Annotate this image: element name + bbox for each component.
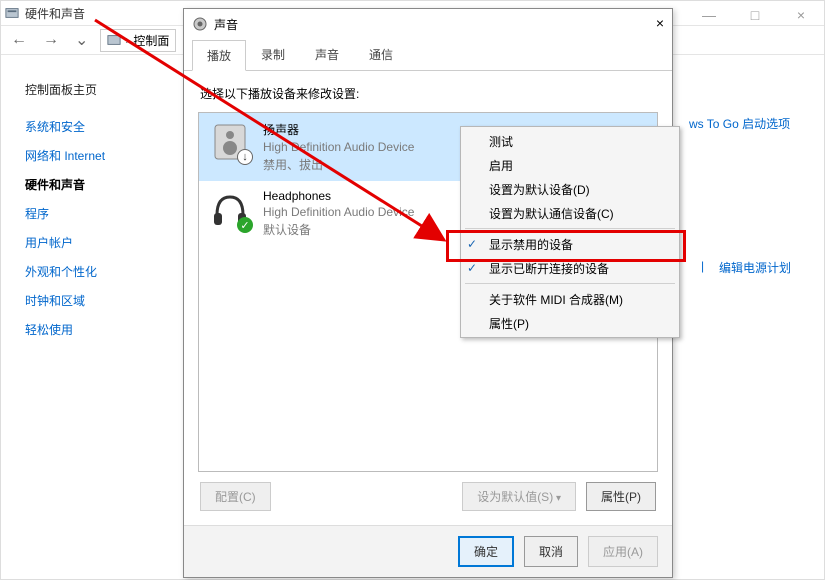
device-name: Headphones	[263, 189, 414, 203]
dlg-close-button[interactable]: ×	[656, 15, 664, 31]
sound-icon	[192, 16, 208, 32]
recent-dropdown[interactable]: ⌄	[71, 30, 92, 50]
cp-sidebar: 控制面板主页 系统和安全 网络和 Internet 硬件和声音 程序 用户帐户 …	[25, 75, 155, 344]
check-icon: ✓	[467, 261, 477, 275]
tab-sounds[interactable]: 声音	[300, 39, 354, 70]
breadcrumb-text: 控制面	[133, 32, 169, 49]
sidebar-item-network[interactable]: 网络和 Internet	[25, 141, 155, 170]
device-driver: High Definition Audio Device	[263, 140, 414, 154]
dlg-tabs: 播放 录制 声音 通信	[184, 39, 672, 71]
cp-title: 硬件和声音	[25, 5, 85, 22]
device-text: 扬声器 High Definition Audio Device 禁用、拔出	[263, 121, 414, 173]
properties-button[interactable]: 属性(P)	[586, 482, 656, 511]
headphones-icon: ✓	[209, 189, 251, 231]
default-badge-icon: ✓	[237, 217, 253, 233]
sidebar-item-ease[interactable]: 轻松使用	[25, 315, 155, 344]
ok-button[interactable]: 确定	[458, 536, 514, 567]
device-driver: High Definition Audio Device	[263, 205, 414, 219]
device-name: 扬声器	[263, 121, 414, 138]
device-status: 默认设备	[263, 221, 414, 238]
ctx-set-default-comm[interactable]: 设置为默认通信设备(C)	[461, 201, 679, 225]
cp-icon	[5, 6, 19, 20]
dlg-actions: 确定 取消 应用(A)	[184, 525, 672, 577]
location-icon	[107, 33, 121, 47]
dlg-title-bar: 声音 ×	[184, 9, 672, 39]
cp-window-controls: — □ ×	[686, 1, 824, 29]
ctx-enable[interactable]: 启用	[461, 153, 679, 177]
link-edit-power-plan[interactable]: 编辑电源计划	[719, 259, 791, 276]
speaker-icon: ↓	[209, 121, 251, 163]
set-default-button[interactable]: 设为默认值(S)	[462, 482, 576, 511]
sidebar-item-hardware-sound[interactable]: 硬件和声音	[25, 170, 155, 199]
sidebar-item-clock[interactable]: 时钟和区域	[25, 286, 155, 315]
sidebar-item-programs[interactable]: 程序	[25, 199, 155, 228]
configure-button[interactable]: 配置(C)	[200, 482, 271, 511]
sidebar-item-system[interactable]: 系统和安全	[25, 112, 155, 141]
dlg-lower-buttons: 配置(C) 设为默认值(S) 属性(P)	[198, 472, 658, 515]
dlg-title: 声音	[214, 16, 238, 33]
sidebar-item-appearance[interactable]: 外观和个性化	[25, 257, 155, 286]
ctx-separator	[465, 228, 675, 229]
callout-box	[446, 230, 686, 262]
maximize-button[interactable]: □	[732, 1, 778, 29]
minimize-button[interactable]: —	[686, 1, 732, 29]
back-button[interactable]: ←	[7, 31, 31, 49]
tab-playback[interactable]: 播放	[192, 40, 246, 71]
tab-comm[interactable]: 通信	[354, 39, 408, 70]
tab-recording[interactable]: 录制	[246, 39, 300, 70]
ctx-about-midi[interactable]: 关于软件 MIDI 合成器(M)	[461, 287, 679, 311]
forward-button[interactable]: →	[39, 31, 63, 49]
close-button[interactable]: ×	[778, 1, 824, 29]
device-status: 禁用、拔出	[263, 156, 414, 173]
apply-button[interactable]: 应用(A)	[588, 536, 658, 567]
ctx-separator	[465, 283, 675, 284]
link-wtg[interactable]: ws To Go 启动选项	[689, 115, 790, 132]
sidebar-home[interactable]: 控制面板主页	[25, 75, 155, 104]
breadcrumb[interactable]: › 控制面	[100, 29, 176, 52]
ctx-properties[interactable]: 属性(P)	[461, 311, 679, 335]
dlg-instruction: 选择以下播放设备来修改设置:	[200, 85, 656, 102]
ctx-set-default-device[interactable]: 设置为默认设备(D)	[461, 177, 679, 201]
cancel-button[interactable]: 取消	[524, 536, 578, 567]
device-text: Headphones High Definition Audio Device …	[263, 189, 414, 238]
sidebar-item-users[interactable]: 用户帐户	[25, 228, 155, 257]
ctx-test[interactable]: 测试	[461, 129, 679, 153]
disabled-badge-icon: ↓	[237, 149, 253, 165]
